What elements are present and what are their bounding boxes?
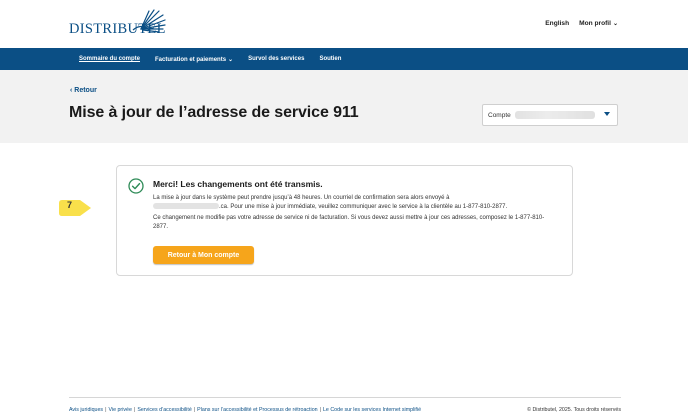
profile-menu[interactable]: Mon profil ⌄ <box>579 20 618 27</box>
email-redacted <box>153 202 219 209</box>
footer-links: Avis juridiques | Vie privée | Services d’ac… <box>69 407 422 413</box>
footer-link-accessibility-plans[interactable]: Plans sur l’accessibilité et Processus d… <box>197 407 317 413</box>
top-header: DISTRIBUTEL English Mon profil ⌄ <box>0 0 688 48</box>
nav-item-survol[interactable]: Survol des services <box>248 56 304 62</box>
account-value-redacted <box>514 111 595 119</box>
nav-item-soutien[interactable]: Soutien <box>319 56 341 62</box>
page-title: Mise à jour de l’adresse de service 911 <box>69 104 359 121</box>
logo-burst-icon <box>132 9 166 33</box>
footer-divider <box>69 397 621 398</box>
chevron-down-icon: ⌄ <box>612 21 618 27</box>
footer-link-legal[interactable]: Avis juridiques <box>69 407 103 413</box>
back-to-account-button[interactable]: Retour à Mon compte <box>153 246 254 264</box>
caret-down-icon <box>604 112 610 116</box>
confirmation-message: La mise à jour dans le système peut pren… <box>153 194 558 211</box>
confirmation-title: Merci! Les changements ont été transmis. <box>153 179 323 189</box>
address-note: Ce changement ne modifie pas votre adres… <box>153 215 545 230</box>
message-part-1: La mise à jour dans le système peut pren… <box>153 195 450 201</box>
copyright: © Distributel, 2025. Tous droits réservé… <box>527 407 621 413</box>
footer-link-accessibility-services[interactable]: Services d’accessibilité <box>137 407 191 413</box>
step-badge-number: 7 <box>67 200 73 210</box>
footer-link-internet-code[interactable]: Le Code sur les services Internet simpli… <box>323 407 421 413</box>
distributel-logo[interactable]: DISTRIBUTEL <box>69 9 166 36</box>
main-nav: Sommaire du compte Facturation et paieme… <box>0 48 688 70</box>
account-label: Compte <box>488 111 511 119</box>
step-badge-icon <box>59 200 91 216</box>
back-label: Retour <box>74 87 97 94</box>
confirmation-card: Merci! Les changements ont été transmis.… <box>116 165 573 276</box>
check-circle-icon <box>128 178 144 194</box>
back-link[interactable]: ‹ Retour <box>70 87 97 94</box>
message-part-2: .ca. Pour une mise à jour immédiate, veu… <box>219 203 508 210</box>
nav-item-facturation-label: Facturation et paiements <box>155 56 227 63</box>
account-select[interactable]: Compte <box>482 104 618 126</box>
footer-link-privacy[interactable]: Vie privée <box>108 407 131 413</box>
nav-item-sommaire[interactable]: Sommaire du compte <box>79 56 140 62</box>
language-link[interactable]: English <box>545 20 569 27</box>
chevron-down-icon: ⌄ <box>228 56 234 63</box>
nav-item-facturation[interactable]: Facturation et paiements ⌄ <box>155 56 233 63</box>
profile-menu-label: Mon profil <box>579 20 611 27</box>
